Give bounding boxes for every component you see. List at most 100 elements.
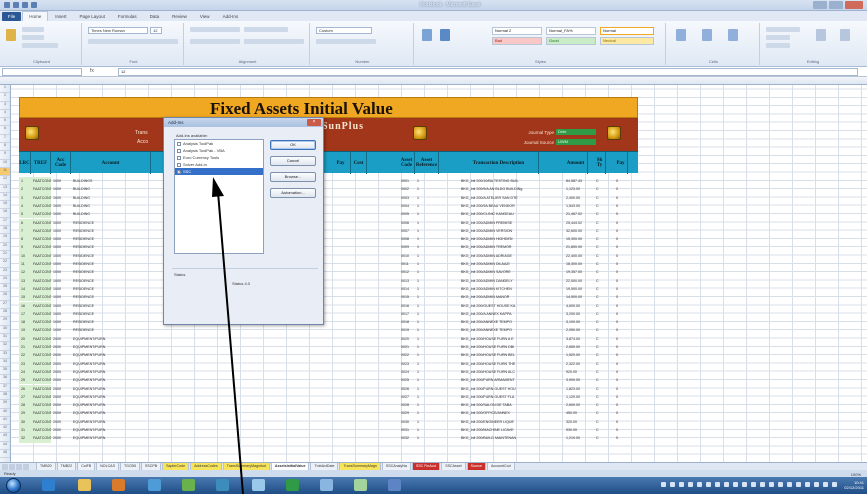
table-cell[interactable]: 1: [415, 318, 439, 326]
table-cell[interactable]: 0: [614, 285, 628, 293]
tray-icon[interactable]: [715, 482, 720, 487]
table-cell[interactable]: C: [594, 235, 606, 243]
column-header[interactable]: Acc Code: [51, 152, 71, 174]
table-cell[interactable]: 3,200.00: [564, 310, 588, 318]
row-number[interactable]: 18: [0, 226, 10, 235]
table-cell[interactable]: 1000: [51, 219, 71, 227]
row-number[interactable]: 17: [0, 218, 10, 227]
cancel-button[interactable]: Cancel: [270, 156, 316, 166]
table-cell[interactable]: 0: [614, 376, 628, 384]
table-cell[interactable]: 1000: [51, 302, 71, 310]
tray-icon[interactable]: [706, 482, 711, 487]
table-cell[interactable]: 2000: [51, 351, 71, 359]
row-number[interactable]: 24: [0, 276, 10, 285]
checkbox-icon[interactable]: [177, 162, 181, 167]
row-number[interactable]: 19: [0, 234, 10, 243]
table-cell[interactable]: EQUIPMENT/FURN: [71, 376, 151, 384]
table-cell[interactable]: [331, 326, 351, 334]
delete-cells-icon[interactable]: [702, 29, 712, 41]
conditional-formatting-icon[interactable]: [422, 29, 432, 41]
table-cell[interactable]: 1: [415, 343, 439, 351]
table-cell[interactable]: 3,874.00: [564, 335, 588, 343]
table-cell[interactable]: 22,400.00: [564, 252, 588, 260]
table-cell[interactable]: 15,300.00: [564, 235, 588, 243]
font-size-box[interactable]: 12: [150, 27, 162, 34]
table-cell[interactable]: RESIDENCE: [71, 310, 151, 318]
table-cell[interactable]: 1: [415, 409, 439, 417]
table-cell[interactable]: 1: [415, 185, 439, 193]
tray-icon[interactable]: [778, 482, 783, 487]
table-cell[interactable]: 2000: [51, 368, 71, 376]
dialog-close-button[interactable]: ×: [307, 119, 321, 126]
table-cell[interactable]: 1,210.00: [564, 434, 588, 442]
table-cell[interactable]: 19: [19, 326, 31, 335]
table-cell[interactable]: [351, 418, 367, 426]
undo-icon[interactable]: [22, 2, 28, 8]
table-cell[interactable]: 1: [415, 434, 439, 442]
table-cell[interactable]: 1000: [51, 202, 71, 210]
table-cell[interactable]: RESIDENCE: [71, 260, 151, 268]
wrap-text-button[interactable]: [244, 27, 288, 32]
table-cell[interactable]: 1000: [51, 235, 71, 243]
row-number[interactable]: 11: [0, 167, 10, 177]
table-cell[interactable]: [331, 302, 351, 310]
table-cell[interactable]: 1000: [51, 210, 71, 218]
table-cell[interactable]: 7: [19, 226, 31, 236]
table-cell[interactable]: C: [594, 177, 606, 185]
table-cell[interactable]: [331, 360, 351, 368]
table-cell[interactable]: 2000: [51, 343, 71, 351]
tray-icon[interactable]: [769, 482, 774, 487]
row-number[interactable]: 40: [0, 409, 10, 417]
table-cell[interactable]: [351, 335, 367, 343]
table-cell[interactable]: 1: [415, 335, 439, 343]
table-cell[interactable]: EQUIPMENT/FURN: [71, 401, 151, 409]
table-cell[interactable]: [351, 194, 367, 202]
table-cell[interactable]: EQUIPMENT/FURN: [71, 426, 151, 434]
table-cell[interactable]: 0008: [399, 235, 415, 243]
row-number[interactable]: 38: [0, 392, 10, 401]
table-cell[interactable]: FAATCONT: [31, 434, 51, 443]
table-cell[interactable]: 1: [415, 202, 439, 210]
table-cell[interactable]: 0: [614, 385, 628, 393]
table-cell[interactable]: BKG_Init 200/HOUSE FURN BEL: [459, 351, 539, 359]
checkbox-icon[interactable]: [177, 155, 181, 160]
row-number[interactable]: 36: [0, 375, 10, 384]
tray-icon[interactable]: [697, 482, 702, 487]
table-cell[interactable]: 21,800.00: [564, 243, 588, 251]
table-cell[interactable]: 0: [614, 409, 628, 417]
save-icon[interactable]: [13, 2, 19, 8]
table-cell[interactable]: FAATCONT: [31, 210, 51, 219]
table-cell[interactable]: C: [594, 335, 606, 343]
table-cell[interactable]: C: [594, 418, 606, 426]
tab-add-ins[interactable]: Add-Ins: [217, 12, 245, 21]
table-cell[interactable]: 0: [614, 194, 628, 202]
table-cell[interactable]: C: [594, 376, 606, 384]
table-cell[interactable]: 0021: [399, 343, 415, 351]
row-number[interactable]: 3: [0, 102, 10, 110]
style-normal-2[interactable]: Normal 2: [492, 27, 542, 35]
table-cell[interactable]: 0: [614, 210, 628, 218]
row-number[interactable]: 8: [0, 143, 10, 152]
table-cell[interactable]: 84,587.43: [564, 177, 588, 185]
table-cell[interactable]: 2,600.00: [564, 401, 588, 409]
tray-icon[interactable]: [751, 482, 756, 487]
row-number[interactable]: 21: [0, 251, 10, 260]
app-icon-10[interactable]: [354, 479, 367, 491]
table-cell[interactable]: 18,300.00: [564, 260, 588, 268]
row-number[interactable]: 31: [0, 334, 10, 343]
table-cell[interactable]: 0031: [399, 426, 415, 434]
minimize-button[interactable]: [813, 1, 827, 9]
table-cell[interactable]: 0: [614, 268, 628, 276]
table-cell[interactable]: FAATCONT: [31, 376, 51, 385]
table-cell[interactable]: 0016: [399, 302, 415, 310]
format-painter-button[interactable]: [22, 43, 58, 48]
table-cell[interactable]: C: [594, 185, 606, 193]
table-cell[interactable]: 29: [19, 409, 31, 418]
formula-input[interactable]: 12: [118, 68, 858, 76]
table-cell[interactable]: 1: [415, 310, 439, 318]
table-cell[interactable]: 22: [19, 351, 31, 360]
table-cell[interactable]: RESIDENCE: [71, 326, 151, 334]
table-cell[interactable]: [351, 426, 367, 434]
table-cell[interactable]: 1,823.00: [564, 385, 588, 393]
table-cell[interactable]: 320.00: [564, 418, 588, 426]
